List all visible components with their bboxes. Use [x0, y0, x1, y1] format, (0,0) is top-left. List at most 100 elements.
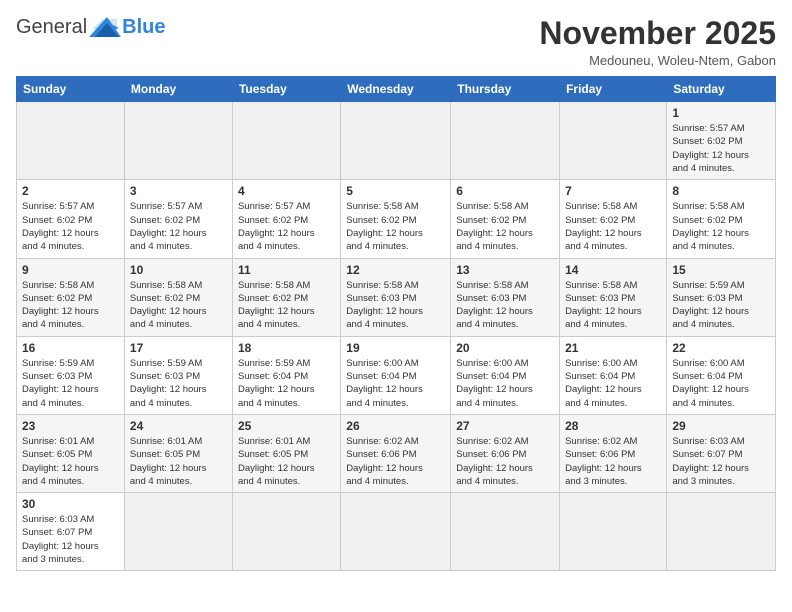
calendar-cell	[341, 102, 451, 180]
title-block: November 2025 Medouneu, Woleu-Ntem, Gabo…	[539, 16, 776, 68]
calendar-cell: 14Sunrise: 5:58 AMSunset: 6:03 PMDayligh…	[560, 258, 667, 336]
day-info: Sunrise: 5:59 AMSunset: 6:04 PMDaylight:…	[238, 357, 335, 410]
day-info: Sunrise: 6:00 AMSunset: 6:04 PMDaylight:…	[456, 357, 554, 410]
day-number: 29	[672, 419, 770, 433]
day-info: Sunrise: 5:58 AMSunset: 6:02 PMDaylight:…	[22, 279, 119, 332]
calendar-cell: 2Sunrise: 5:57 AMSunset: 6:02 PMDaylight…	[17, 180, 125, 258]
calendar-cell: 12Sunrise: 5:58 AMSunset: 6:03 PMDayligh…	[341, 258, 451, 336]
day-info: Sunrise: 5:59 AMSunset: 6:03 PMDaylight:…	[22, 357, 119, 410]
calendar-cell: 25 Sunrise: 6:01 AMSunset: 6:05 PMDayligh…	[232, 414, 340, 492]
calendar-week-1: 1Sunrise: 5:57 AMSunset: 6:02 PMDaylight…	[17, 102, 776, 180]
calendar-week-6: 30Sunrise: 6:03 AMSunset: 6:07 PMDayligh…	[17, 493, 776, 571]
day-number: 18	[238, 341, 335, 355]
day-info: Sunrise: 5:58 AMSunset: 6:02 PMDaylight:…	[672, 200, 770, 253]
day-info: Sunrise: 5:58 AMSunset: 6:02 PMDaylight:…	[456, 200, 554, 253]
day-info: Sunrise: 5:58 AMSunset: 6:02 PMDaylight:…	[130, 279, 227, 332]
day-info: Sunrise: 5:58 AMSunset: 6:03 PMDaylight:…	[346, 279, 445, 332]
col-sunday: Sunday	[17, 77, 125, 102]
day-number: 15	[672, 263, 770, 277]
day-number: 19	[346, 341, 445, 355]
day-info: Sunrise: 5:59 AMSunset: 6:03 PMDaylight:…	[672, 279, 770, 332]
logo-container: General Blue	[16, 16, 166, 39]
header: General Blue November 2025 Medouneu, Wol…	[16, 16, 776, 68]
calendar-header-row: Sunday Monday Tuesday Wednesday Thursday…	[17, 77, 776, 102]
day-info: Sunrise: 6:02 AMSunset: 6:06 PMDaylight:…	[456, 435, 554, 488]
day-number: 3	[130, 184, 227, 198]
day-number: 27	[456, 419, 554, 433]
day-number: 25	[238, 419, 335, 433]
calendar-cell: 26Sunrise: 6:02 AMSunset: 6:06 PMDayligh…	[341, 414, 451, 492]
calendar-cell: 28Sunrise: 6:02 AMSunset: 6:06 PMDayligh…	[560, 414, 667, 492]
day-number: 9	[22, 263, 119, 277]
day-info: Sunrise: 5:57 AMSunset: 6:02 PMDaylight:…	[130, 200, 227, 253]
day-info: Sunrise: 5:58 AMSunset: 6:02 PMDaylight:…	[238, 279, 335, 332]
day-number: 24	[130, 419, 227, 433]
calendar-cell: 30Sunrise: 6:03 AMSunset: 6:07 PMDayligh…	[17, 493, 125, 571]
logo-wordmark: General	[16, 16, 87, 39]
calendar-week-4: 16Sunrise: 5:59 AMSunset: 6:03 PMDayligh…	[17, 336, 776, 414]
calendar-cell	[341, 493, 451, 571]
day-info: Sunrise: 5:57 AMSunset: 6:02 PMDaylight:…	[238, 200, 335, 253]
calendar-cell: 7Sunrise: 5:58 AMSunset: 6:02 PMDaylight…	[560, 180, 667, 258]
day-number: 10	[130, 263, 227, 277]
day-number: 17	[130, 341, 227, 355]
day-info: Sunrise: 5:59 AMSunset: 6:03 PMDaylight:…	[130, 357, 227, 410]
calendar-cell	[124, 102, 232, 180]
calendar-cell	[560, 102, 667, 180]
day-info: Sunrise: 6:01 AMSunset: 6:05 PMDaylight:…	[130, 435, 227, 488]
page: General Blue November 2025 Medouneu, Wol…	[0, 0, 792, 579]
calendar-week-5: 23 Sunrise: 6:01 AMSunset: 6:05 PMDayligh…	[17, 414, 776, 492]
calendar-cell: 3 Sunrise: 5:57 AMSunset: 6:02 PMDaylight…	[124, 180, 232, 258]
calendar-cell: 4 Sunrise: 5:57 AMSunset: 6:02 PMDaylight…	[232, 180, 340, 258]
day-info: Sunrise: 5:58 AMSunset: 6:03 PMDaylight:…	[456, 279, 554, 332]
calendar-cell	[17, 102, 125, 180]
day-info: Sunrise: 5:58 AMSunset: 6:02 PMDaylight:…	[346, 200, 445, 253]
calendar-cell: 20Sunrise: 6:00 AMSunset: 6:04 PMDayligh…	[451, 336, 560, 414]
calendar-cell: 5 Sunrise: 5:58 AMSunset: 6:02 PMDaylight…	[341, 180, 451, 258]
calendar-cell: 16Sunrise: 5:59 AMSunset: 6:03 PMDayligh…	[17, 336, 125, 414]
calendar-cell: 10 Sunrise: 5:58 AMSunset: 6:02 PMDayligh…	[124, 258, 232, 336]
subtitle: Medouneu, Woleu-Ntem, Gabon	[539, 53, 776, 68]
day-number: 22	[672, 341, 770, 355]
day-info: Sunrise: 5:58 AMSunset: 6:02 PMDaylight:…	[565, 200, 661, 253]
day-number: 5	[346, 184, 445, 198]
calendar-cell: 6Sunrise: 5:58 AMSunset: 6:02 PMDaylight…	[451, 180, 560, 258]
calendar-cell: 21Sunrise: 6:00 AMSunset: 6:04 PMDayligh…	[560, 336, 667, 414]
calendar-cell: 17 Sunrise: 5:59 AMSunset: 6:03 PMDayligh…	[124, 336, 232, 414]
logo: General Blue	[16, 16, 166, 39]
day-info: Sunrise: 6:03 AMSunset: 6:07 PMDaylight:…	[672, 435, 770, 488]
day-number: 21	[565, 341, 661, 355]
day-number: 26	[346, 419, 445, 433]
calendar-cell	[124, 493, 232, 571]
calendar-cell	[451, 102, 560, 180]
calendar-cell: 8 Sunrise: 5:58 AMSunset: 6:02 PMDaylight…	[667, 180, 776, 258]
day-info: Sunrise: 6:03 AMSunset: 6:07 PMDaylight:…	[22, 513, 119, 566]
day-number: 23	[22, 419, 119, 433]
day-number: 2	[22, 184, 119, 198]
day-number: 4	[238, 184, 335, 198]
calendar-cell: 24 Sunrise: 6:01 AMSunset: 6:05 PMDayligh…	[124, 414, 232, 492]
day-number: 13	[456, 263, 554, 277]
day-number: 8	[672, 184, 770, 198]
day-info: Sunrise: 6:00 AMSunset: 6:04 PMDaylight:…	[672, 357, 770, 410]
logo-blue-text: Blue	[122, 16, 165, 39]
calendar-cell	[667, 493, 776, 571]
day-number: 1	[672, 106, 770, 120]
calendar-week-3: 9 Sunrise: 5:58 AMSunset: 6:02 PMDaylight…	[17, 258, 776, 336]
calendar: Sunday Monday Tuesday Wednesday Thursday…	[16, 76, 776, 571]
calendar-cell: 1Sunrise: 5:57 AMSunset: 6:02 PMDaylight…	[667, 102, 776, 180]
calendar-week-2: 2 Sunrise: 5:57 AMSunset: 6:02 PMDaylight…	[17, 180, 776, 258]
col-monday: Monday	[124, 77, 232, 102]
month-title: November 2025	[539, 16, 776, 51]
col-wednesday: Wednesday	[341, 77, 451, 102]
calendar-cell	[451, 493, 560, 571]
calendar-cell: 11 Sunrise: 5:58 AMSunset: 6:02 PMDayligh…	[232, 258, 340, 336]
day-number: 11	[238, 263, 335, 277]
calendar-cell: 18 Sunrise: 5:59 AMSunset: 6:04 PMDayligh…	[232, 336, 340, 414]
col-tuesday: Tuesday	[232, 77, 340, 102]
day-info: Sunrise: 6:01 AMSunset: 6:05 PMDaylight:…	[238, 435, 335, 488]
calendar-cell: 22 Sunrise: 6:00 AMSunset: 6:04 PMDayligh…	[667, 336, 776, 414]
calendar-cell: 19 Sunrise: 6:00 AMSunset: 6:04 PMDayligh…	[341, 336, 451, 414]
day-info: Sunrise: 6:00 AMSunset: 6:04 PMDaylight:…	[346, 357, 445, 410]
calendar-cell	[560, 493, 667, 571]
